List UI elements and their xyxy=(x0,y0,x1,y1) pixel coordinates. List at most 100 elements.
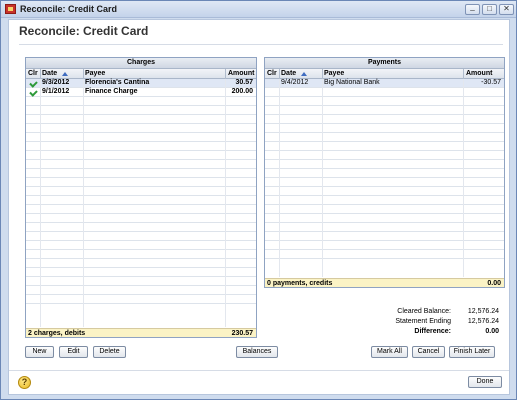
empty-row xyxy=(265,205,504,214)
cell-amount: 200.00 xyxy=(231,88,253,95)
window-title: Reconcile: Credit Card xyxy=(20,4,118,14)
empty-row xyxy=(26,97,256,106)
empty-row xyxy=(26,169,256,178)
empty-row xyxy=(26,124,256,133)
empty-row xyxy=(26,268,256,277)
delete-button[interactable]: Delete xyxy=(93,346,126,358)
empty-row xyxy=(265,196,504,205)
payments-register: Payments Clr Date Payee Amount 9/4/2012 B… xyxy=(264,57,505,288)
column-divider xyxy=(322,79,323,277)
empty-row xyxy=(265,250,504,259)
empty-row xyxy=(26,205,256,214)
charges-list: 9/3/2012 Florencia's Cantina 30.57 9/1/2012… xyxy=(26,79,256,327)
empty-row xyxy=(265,214,504,223)
statement-ending-value: 12,576.24 xyxy=(467,318,499,325)
charges-register: Charges Clr Date Payee Amount 9/3/2012 Fl… xyxy=(25,57,257,338)
empty-row xyxy=(26,286,256,295)
cleared-check-icon[interactable] xyxy=(29,89,37,95)
edit-button[interactable]: Edit xyxy=(59,346,88,358)
empty-row xyxy=(265,187,504,196)
empty-row xyxy=(265,142,504,151)
edit-button-label: Edit xyxy=(67,348,80,355)
payments-footer: 0 payments, credits 0.00 xyxy=(265,278,504,287)
page-title: Reconcile: Credit Card xyxy=(19,24,149,38)
column-divider xyxy=(225,79,226,327)
empty-row xyxy=(265,241,504,250)
column-divider xyxy=(83,79,84,327)
difference-value: 0.00 xyxy=(485,328,499,335)
cell-amount: 30.57 xyxy=(235,79,253,86)
empty-row xyxy=(26,151,256,160)
cancel-button-label: Cancel xyxy=(417,348,440,355)
empty-row xyxy=(265,115,504,124)
mark-all-button[interactable]: Mark All xyxy=(371,346,408,358)
col-payee[interactable]: Payee xyxy=(85,70,105,77)
dialog-content: Reconcile: Credit Card Charges Clr Date … xyxy=(8,19,510,395)
difference-row: Difference: 0.00 xyxy=(269,328,505,338)
minimize-button[interactable]: _ xyxy=(465,2,480,15)
charges-title: Charges xyxy=(26,58,256,69)
col-date[interactable]: Date xyxy=(281,70,296,77)
charges-footer: 2 charges, debits 230.57 xyxy=(26,328,256,337)
charges-footer-label: 2 charges, debits xyxy=(28,330,86,337)
maximize-button[interactable]: □ xyxy=(482,4,497,15)
finish-later-button-label: Finish Later xyxy=(453,348,491,355)
empty-row xyxy=(26,232,256,241)
cleared-check-icon[interactable] xyxy=(29,80,37,86)
empty-row xyxy=(265,124,504,133)
cell-date: 9/1/2012 xyxy=(42,88,70,95)
difference-label: Difference: xyxy=(414,328,451,335)
balance-summary: Cleared Balance: 12,576.24 Statement End… xyxy=(269,308,505,338)
cell-payee: Big National Bank xyxy=(324,79,380,86)
cleared-balance-value: 12,576.24 xyxy=(467,308,499,315)
cleared-balance-row: Cleared Balance: 12,576.24 xyxy=(269,308,505,318)
empty-row xyxy=(26,106,256,115)
close-button[interactable]: ✕ xyxy=(499,4,514,15)
col-payee[interactable]: Payee xyxy=(324,70,344,77)
maximize-icon: □ xyxy=(487,4,492,13)
new-button[interactable]: New xyxy=(25,346,54,358)
cancel-button[interactable]: Cancel xyxy=(412,346,445,358)
empty-row xyxy=(26,142,256,151)
column-divider xyxy=(279,79,280,277)
empty-row xyxy=(26,223,256,232)
col-amount[interactable]: Amount xyxy=(228,70,254,77)
payments-list: 9/4/2012 Big National Bank -30.57 xyxy=(265,79,504,277)
table-row[interactable]: 9/4/2012 Big National Bank -30.57 xyxy=(265,79,504,88)
empty-row xyxy=(265,88,504,97)
minimize-icon: _ xyxy=(470,2,475,11)
column-divider xyxy=(463,79,464,277)
divider xyxy=(19,44,503,45)
cleared-balance-label: Cleared Balance: xyxy=(397,308,451,315)
col-amount[interactable]: Amount xyxy=(466,70,492,77)
sort-ascending-icon xyxy=(62,72,68,76)
empty-row xyxy=(265,151,504,160)
payments-footer-label: 0 payments, credits xyxy=(267,280,333,287)
finish-later-button[interactable]: Finish Later xyxy=(449,346,495,358)
mark-all-button-label: Mark All xyxy=(377,348,402,355)
balances-button[interactable]: Balances xyxy=(236,346,278,358)
empty-row xyxy=(265,133,504,142)
done-button[interactable]: Done xyxy=(468,376,502,388)
app-icon xyxy=(5,4,16,14)
empty-row xyxy=(26,133,256,142)
statement-ending-row: Statement Ending 12,576.24 xyxy=(269,318,505,328)
help-icon[interactable]: ? xyxy=(18,376,31,389)
payments-column-header: Clr Date Payee Amount xyxy=(265,69,504,79)
cell-payee: Florencia's Cantina xyxy=(85,79,150,86)
title-bar: Reconcile: Credit Card _ □ ✕ xyxy=(1,1,516,18)
payments-title: Payments xyxy=(265,58,504,69)
col-date[interactable]: Date xyxy=(42,70,57,77)
table-row[interactable]: 9/3/2012 Florencia's Cantina 30.57 xyxy=(26,79,256,88)
table-row[interactable]: 9/1/2012 Finance Charge 200.00 xyxy=(26,88,256,97)
empty-row xyxy=(26,196,256,205)
col-clr[interactable]: Clr xyxy=(267,70,277,77)
empty-row xyxy=(265,106,504,115)
empty-row xyxy=(26,241,256,250)
empty-row xyxy=(26,250,256,259)
cell-date: 9/3/2012 xyxy=(42,79,70,86)
cell-date: 9/4/2012 xyxy=(281,79,309,86)
done-button-label: Done xyxy=(476,378,494,385)
col-clr[interactable]: Clr xyxy=(28,70,38,77)
reconcile-window: Reconcile: Credit Card _ □ ✕ Reconcile: … xyxy=(0,0,517,400)
